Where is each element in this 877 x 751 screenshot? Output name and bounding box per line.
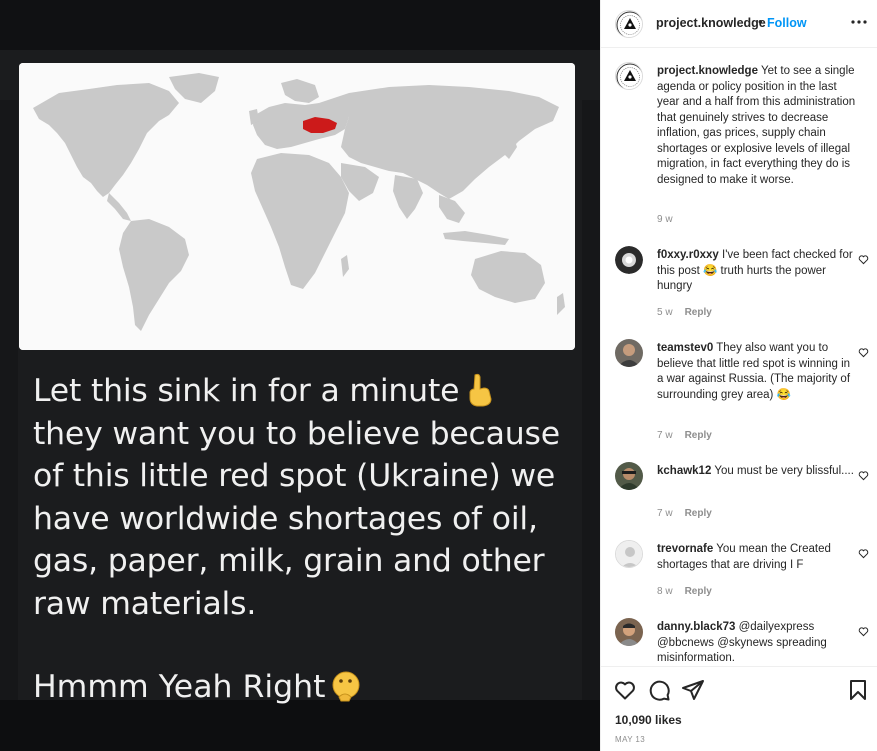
comment-body: teamstev0 They also want you to believe … bbox=[657, 341, 857, 403]
reply-button[interactable]: Reply bbox=[685, 586, 712, 597]
avatar-photo-icon bbox=[615, 339, 643, 367]
comment-time: 8 w bbox=[657, 586, 673, 597]
caption-avatar[interactable] bbox=[615, 62, 643, 90]
meme-sign-off: Hmmm Yeah Right bbox=[33, 666, 361, 708]
media-top-bar bbox=[0, 0, 600, 50]
post-header: project.knowledge • Follow bbox=[601, 0, 877, 48]
meme-line-1: Let this sink in for a minute bbox=[33, 370, 573, 413]
avatar-photo-icon bbox=[615, 462, 643, 490]
comment-username[interactable]: f0xxy.r0xxy bbox=[657, 249, 719, 261]
comment-body: trevornafe You mean the Created shortage… bbox=[657, 542, 857, 573]
avatar-glow-icon bbox=[615, 246, 643, 274]
triangle-logo-icon bbox=[616, 63, 642, 89]
comments-list[interactable]: project.knowledge Yet to see a single ag… bbox=[601, 49, 877, 665]
follow-button[interactable]: Follow bbox=[767, 16, 807, 30]
comment-time: 5 w bbox=[657, 307, 673, 318]
meme-caption: Let this sink in for a minute they want … bbox=[33, 370, 573, 625]
commenter-avatar[interactable] bbox=[615, 246, 643, 274]
share-icon[interactable] bbox=[681, 678, 705, 702]
comment-username[interactable]: teamstev0 bbox=[657, 342, 713, 354]
likes-count[interactable]: 10,090 likes bbox=[615, 713, 682, 727]
meme-line-2: they want you to believe because of this… bbox=[33, 415, 560, 622]
commenter-avatar[interactable] bbox=[615, 462, 643, 490]
like-heart-icon[interactable] bbox=[858, 347, 869, 358]
commenter-avatar[interactable] bbox=[615, 339, 643, 367]
default-avatar-icon bbox=[616, 541, 642, 567]
comment-text: You must be very blissful.... bbox=[714, 465, 854, 477]
image-edge-right bbox=[582, 100, 600, 750]
more-horizontal-icon[interactable] bbox=[849, 12, 869, 32]
avatar-photo-icon bbox=[615, 618, 643, 646]
like-heart-icon[interactable] bbox=[858, 626, 869, 637]
caption-time: 9 w bbox=[657, 214, 673, 225]
thinking-face-emoji-icon bbox=[332, 671, 360, 702]
comment-username[interactable]: danny.black73 bbox=[657, 621, 735, 633]
commenter-avatar[interactable] bbox=[615, 540, 643, 568]
bookmark-icon[interactable] bbox=[846, 678, 870, 702]
header-separator: • bbox=[758, 14, 763, 29]
reply-button[interactable]: Reply bbox=[685, 307, 712, 318]
post-actions: 10,090 likes MAY 13 bbox=[601, 666, 877, 751]
comment-username[interactable]: trevornafe bbox=[657, 543, 713, 555]
comment-username[interactable]: kchawk12 bbox=[657, 465, 711, 477]
comment-body: f0xxy.r0xxy I've been fact checked for t… bbox=[657, 248, 857, 295]
comment-body: danny.black73 @dailyexpress @bbcnews @sk… bbox=[657, 620, 857, 665]
meme-sign-text: Hmmm Yeah Right bbox=[33, 669, 326, 705]
comment-body: kchawk12 You must be very blissful.... bbox=[657, 464, 857, 480]
reply-button[interactable]: Reply bbox=[685, 508, 712, 519]
author-avatar[interactable] bbox=[615, 10, 643, 38]
comment-time: 7 w bbox=[657, 508, 673, 519]
world-map-svg bbox=[19, 63, 575, 350]
like-heart-icon[interactable] bbox=[858, 470, 869, 481]
triangle-logo-icon bbox=[616, 11, 642, 37]
image-edge-left bbox=[0, 100, 18, 750]
comment-meta: 7 w Reply bbox=[657, 430, 712, 441]
post-media[interactable]: Let this sink in for a minute they want … bbox=[0, 0, 600, 751]
comment-icon[interactable] bbox=[647, 678, 671, 702]
comment-time: 7 w bbox=[657, 430, 673, 441]
caption-body: project.knowledge Yet to see a single ag… bbox=[657, 64, 857, 188]
caption-username[interactable]: project.knowledge bbox=[657, 65, 758, 77]
reply-button[interactable]: Reply bbox=[685, 430, 712, 441]
comment-meta: 8 w Reply bbox=[657, 586, 712, 597]
meme-line-1-text: Let this sink in for a minute bbox=[33, 373, 460, 409]
like-heart-icon[interactable] bbox=[858, 548, 869, 559]
post-sidebar: project.knowledge • Follow project.knowl… bbox=[600, 0, 877, 751]
pointing-up-emoji-icon bbox=[469, 373, 492, 407]
comment-meta: 5 w Reply bbox=[657, 307, 712, 318]
world-map bbox=[19, 63, 575, 350]
like-heart-icon[interactable] bbox=[858, 254, 869, 265]
comment-meta: 7 w Reply bbox=[657, 508, 712, 519]
caption-text: Yet to see a single agenda or policy pos… bbox=[657, 65, 856, 186]
commenter-avatar[interactable] bbox=[615, 618, 643, 646]
heart-icon[interactable] bbox=[613, 678, 637, 702]
header-username[interactable]: project.knowledge bbox=[656, 16, 766, 30]
post-date: MAY 13 bbox=[615, 735, 646, 744]
